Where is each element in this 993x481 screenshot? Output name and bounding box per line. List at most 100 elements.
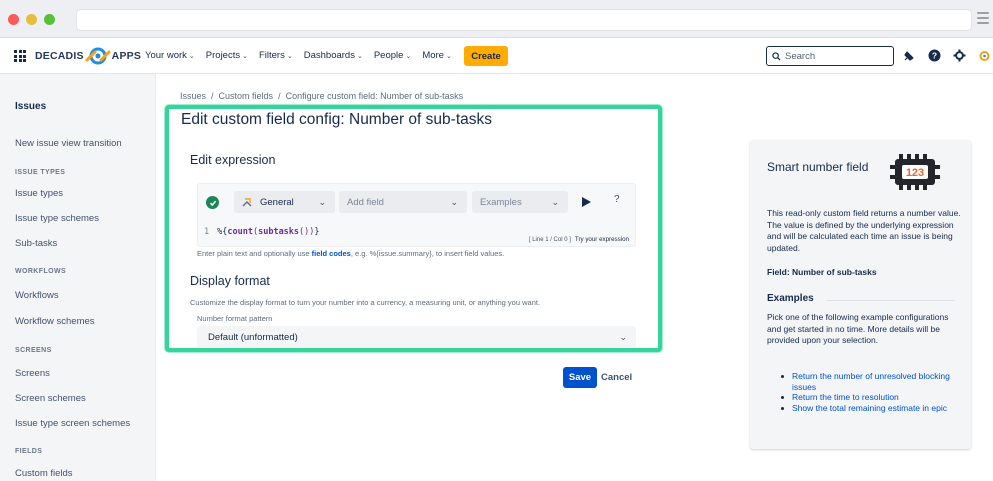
logo[interactable]: DECADIS APPS — [35, 46, 141, 66]
examples-list: Return the number of unresolved blocking… — [778, 371, 958, 413]
search-icon — [772, 51, 781, 61]
sidebar-item-workflow-schemes[interactable]: Workflow schemes — [15, 316, 95, 327]
chevron-down-icon: ⌄ — [551, 197, 559, 207]
number-format-pattern-value: Default (unformatted) — [208, 331, 298, 343]
example-link[interactable]: Return the time to resolution — [778, 392, 958, 403]
chevron-down-icon: ⌄ — [450, 197, 458, 207]
try-expression-link[interactable]: Try your expression — [575, 236, 629, 243]
number-format-pattern-label: Number format pattern — [197, 314, 273, 323]
chevron-down-icon: ⌄ — [405, 52, 412, 60]
top-navigation: DECADIS APPS Your work ⌄ Projects ⌄ Filter… — [0, 38, 993, 74]
examples-select[interactable]: Examples ⌄ — [472, 191, 568, 213]
address-bar[interactable] — [76, 9, 972, 31]
nav-label: People — [373, 50, 404, 61]
example-link[interactable]: Show the total remaining estimate in epi… — [778, 403, 958, 414]
sidebar-item-screen-schemes[interactable]: Screen schemes — [15, 393, 86, 404]
nav-label: Filters — [258, 50, 285, 61]
sidebar-heading-fields: FIELDS — [15, 448, 43, 455]
nav-people[interactable]: People ⌄ — [374, 50, 411, 61]
browser-titlebar — [0, 0, 993, 38]
expression-code-line[interactable]: 1 %{count(subtasks())} — [204, 227, 320, 237]
sidebar-item-issue-type-screen-schemes[interactable]: Issue type screen schemes — [15, 418, 130, 429]
breadcrumb-separator: / — [278, 91, 281, 101]
number-format-pattern-select[interactable]: Default (unformatted) ⌄ — [197, 326, 636, 348]
notifications-icon[interactable] — [902, 48, 917, 63]
sidebar-item-screens[interactable]: Screens — [15, 368, 50, 379]
sidebar-item-workflows[interactable]: Workflows — [15, 290, 59, 301]
nav-label: More — [422, 50, 444, 61]
create-button[interactable]: Create — [464, 46, 508, 66]
smart-number-field-panel: Smart number field 123 This read-only cu… — [750, 140, 971, 449]
chevron-down-icon: ⌄ — [286, 52, 293, 60]
browser-menu-icon[interactable] — [977, 12, 989, 24]
cancel-button[interactable]: Cancel — [601, 372, 632, 383]
cursor-position-text: [ Line 1 / Col 0 ] — [528, 237, 571, 243]
search-input[interactable]: Search — [766, 46, 894, 66]
edit-expression-heading: Edit expression — [190, 153, 276, 167]
sidebar-item-issue-types[interactable]: Issue types — [15, 188, 63, 199]
sidebar-item-issue-type-schemes[interactable]: Issue type schemes — [15, 213, 99, 224]
search-placeholder: Search — [785, 50, 816, 62]
page-title: Edit custom field config: Number of sub-… — [181, 111, 492, 128]
breadcrumb-custom-fields[interactable]: Custom fields — [219, 91, 274, 101]
parsing-mode-value: General — [260, 196, 294, 208]
settings-gear-icon[interactable] — [952, 48, 967, 63]
breadcrumb-configure[interactable]: Configure custom field: Number of sub-ta… — [286, 91, 464, 101]
user-avatar-icon[interactable] — [977, 48, 992, 63]
sidebar-item-custom-fields[interactable]: Custom fields — [15, 468, 73, 479]
code-rest: ()) — [299, 227, 315, 237]
nav-more[interactable]: More ⌄ — [422, 50, 452, 61]
logo-mark-icon — [85, 46, 111, 66]
parsing-mode-select[interactable]: General ⌄ — [234, 191, 335, 213]
add-field-select[interactable]: Add field ⌄ — [339, 191, 467, 213]
panel-description: This read-only custom field returns a nu… — [767, 208, 961, 253]
sidebar-item-new-issue-view[interactable]: New issue view transition — [15, 138, 122, 149]
sidebar-heading-workflows: WORKFLOWS — [15, 268, 67, 275]
help-icon[interactable]: ? — [927, 48, 942, 63]
panel-title: Smart number field — [767, 160, 869, 174]
chevron-down-icon: ⌄ — [619, 332, 627, 342]
display-format-description: Customize the display format to turn you… — [190, 298, 541, 307]
app-switcher-icon[interactable] — [14, 50, 26, 62]
chevron-down-icon: ⌄ — [242, 52, 248, 60]
nav-your-work[interactable]: Your work ⌄ — [145, 50, 195, 61]
minimize-window-button[interactable] — [26, 14, 37, 25]
panel-field-line: Field: Number of sub-tasks — [767, 267, 877, 277]
editor-help-button[interactable]: ? — [614, 194, 620, 205]
nav-label: Projects — [205, 50, 241, 61]
example-link[interactable]: Return the number of unresolved blocking… — [778, 371, 958, 392]
top-actions: ? — [902, 48, 992, 63]
field-codes-hint: Enter plain text and optionally use fiel… — [197, 249, 504, 258]
editor-toolbar: General ⌄ Add field ⌄ Examples ⌄ ? — [198, 184, 635, 220]
field-codes-link[interactable]: field codes — [312, 249, 351, 258]
sidebar-heading-screens: SCREENS — [15, 347, 52, 354]
code-suffix: } — [314, 227, 320, 237]
general-mode-icon — [242, 197, 252, 206]
save-button[interactable]: Save — [563, 367, 597, 388]
examples-placeholder: Examples — [480, 196, 522, 208]
nav-label: Dashboards — [303, 50, 355, 61]
cursor-position: [ Line 1 / Col 0 ] Try your expression — [529, 236, 629, 243]
breadcrumb-issues[interactable]: Issues — [180, 91, 206, 101]
chevron-down-icon: ⌄ — [445, 52, 452, 60]
chevron-down-icon: ⌄ — [356, 52, 363, 60]
breadcrumb-separator: / — [211, 91, 214, 101]
add-field-placeholder: Add field — [347, 196, 384, 208]
code-function-count: count — [227, 227, 253, 237]
maximize-window-button[interactable] — [44, 14, 55, 25]
sidebar-heading-issue-types: ISSUE TYPES — [15, 169, 66, 176]
valid-check-icon — [206, 196, 219, 209]
breadcrumb: Issues / Custom fields / Configure custom fi… — [180, 91, 463, 101]
nav-projects[interactable]: Projects ⌄ — [206, 50, 248, 61]
number-field-badge-icon: 123 — [890, 154, 940, 190]
sidebar-item-sub-tasks[interactable]: Sub-tasks — [15, 238, 57, 249]
panel-examples-heading: Examples — [767, 293, 814, 304]
close-window-button[interactable] — [8, 14, 19, 25]
nav-dashboards[interactable]: Dashboards ⌄ — [304, 50, 363, 61]
hint-after: , e.g. %{issue.summary}, to insert field… — [350, 249, 505, 258]
nav-filters[interactable]: Filters ⌄ — [259, 50, 293, 61]
run-expression-play-icon[interactable] — [579, 195, 593, 209]
expression-editor: General ⌄ Add field ⌄ Examples ⌄ ? 1 %{co… — [197, 183, 636, 247]
chevron-down-icon: ⌄ — [188, 52, 195, 60]
code-function-subtasks: subtasks — [258, 227, 300, 237]
